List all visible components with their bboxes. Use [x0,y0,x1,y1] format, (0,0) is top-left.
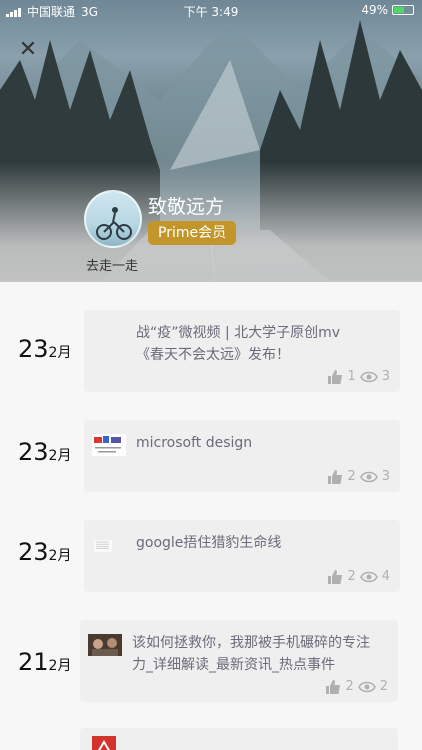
like-count: 2 [347,569,356,584]
thumbs-up-icon [328,369,343,384]
post-month: 2月 [48,345,72,361]
post-thumbnail [88,634,122,656]
post-card[interactable] [80,728,398,750]
status-time: 下午 3:49 [183,5,239,19]
post-card[interactable]: 战“疫”微视频 | 北大学子原创mv《春天不会太远》发布！ 1 3 [84,310,400,392]
post-day: 23 [18,335,49,363]
view-count: 2 [379,679,388,694]
like-count: 2 [345,679,354,694]
battery-icon [392,5,414,15]
post-date: 232月 [18,538,71,566]
post-stats: 2 2 [325,679,388,694]
thumbs-up-icon [328,469,343,484]
post-title: microsoft design [136,435,253,451]
post-day: 23 [18,538,49,566]
post-month: 2月 [48,548,72,564]
like-count: 2 [347,469,356,484]
post-day: 23 [18,438,49,466]
thumbs-up-icon [328,569,343,584]
post-day: 21 [18,648,49,676]
post-card[interactable]: google捂住猎豹生命线 2 4 [84,520,400,592]
pdf-icon [92,736,116,750]
post-card[interactable]: microsoft design 2 3 [84,420,400,492]
like-count: 1 [347,369,356,384]
profile-motto: 去走一走 [86,259,139,274]
post-month: 2月 [48,448,72,464]
battery-percent: 49% [361,3,388,17]
post-stats: 1 3 [327,369,390,384]
post-feed: 232月 战“疫”微视频 | 北大学子原创mv《春天不会太远》发布！ 1 3 2… [0,282,422,750]
status-bar: 中国联通 3G 下午 3:49 49% [0,0,422,22]
post-title: google捂住猎豹生命线 [136,535,282,551]
post-title: 该如何拯救你，我那被手机碾碎的专注力_详细解读_最新资讯_热点事件 [132,635,370,673]
membership-badge: Prime会员 [148,221,237,245]
post-thumbnail [92,434,126,456]
post-stats: 2 3 [327,469,390,484]
post-title: 战“疫”微视频 | 北大学子原创mv《春天不会太远》发布！ [136,325,341,363]
post-stats: 2 4 [327,569,390,584]
post-date: 232月 [18,335,71,363]
post-card[interactable]: 该如何拯救你，我那被手机碾碎的专注力_详细解读_最新资讯_热点事件 2 2 [80,620,398,702]
post-date: 232月 [18,438,71,466]
view-count: 4 [381,569,390,584]
view-count: 3 [381,369,390,384]
profile-name: 致敬远方 [148,196,225,218]
view-count: 3 [381,469,390,484]
avatar[interactable] [84,190,142,248]
post-month: 2月 [48,658,72,674]
thumbs-up-icon [326,679,341,694]
post-date: 212月 [18,648,71,676]
close-icon[interactable]: ✕ [16,38,40,62]
eye-icon [359,571,378,582]
eye-icon [359,471,378,482]
eye-icon [359,371,378,382]
eye-icon [357,681,376,692]
post-thumbnail [94,540,112,552]
